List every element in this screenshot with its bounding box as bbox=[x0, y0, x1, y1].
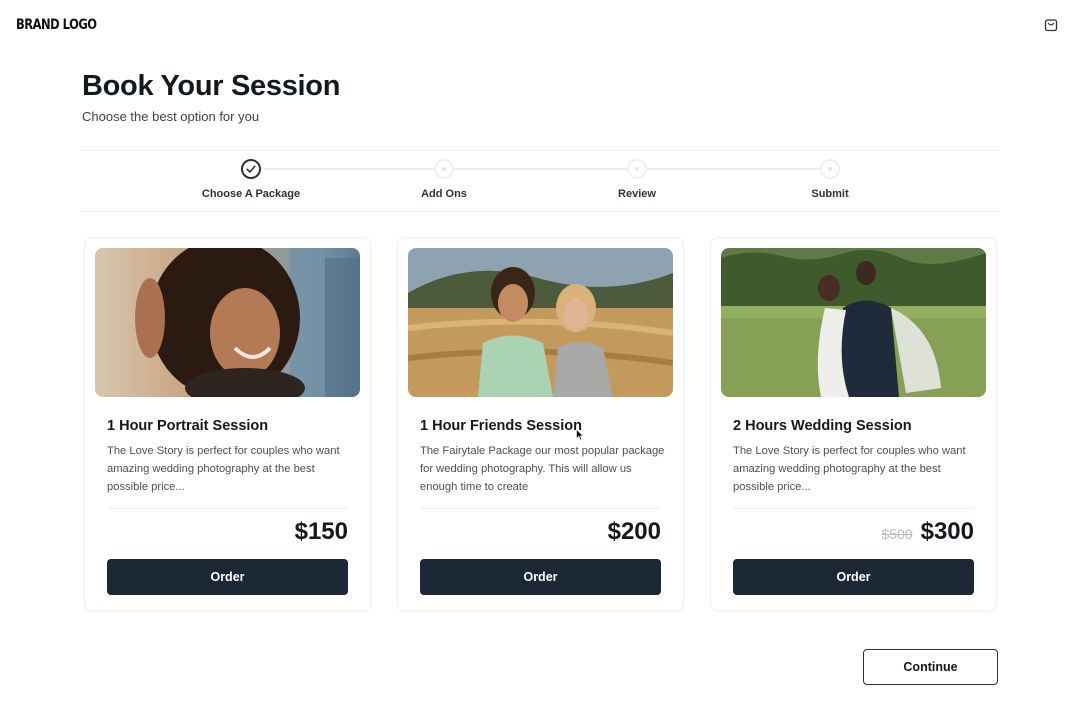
package-card-wedding: 2 Hours Wedding Session The Love Story i… bbox=[710, 237, 997, 611]
page-title: Book Your Session bbox=[82, 70, 341, 102]
package-description: The Fairytale Package our most popular p… bbox=[420, 445, 665, 493]
wedding-photo bbox=[721, 248, 986, 397]
friends-photo bbox=[408, 248, 673, 397]
step-label: Add Ons bbox=[421, 188, 467, 200]
order-button[interactable]: Order bbox=[420, 559, 661, 595]
divider bbox=[733, 508, 974, 509]
progress-stepper: Choose A Package Add Ons Review Submit bbox=[82, 150, 999, 212]
step-submit[interactable]: Submit bbox=[730, 151, 930, 211]
price-row: $200 bbox=[608, 518, 661, 546]
package-price: $300 bbox=[920, 518, 974, 545]
check-icon bbox=[241, 159, 261, 179]
package-price: $200 bbox=[607, 518, 661, 545]
order-button[interactable]: Order bbox=[733, 559, 974, 595]
package-title: 1 Hour Friends Session bbox=[420, 418, 582, 434]
step-dot-icon bbox=[820, 159, 840, 179]
package-title: 1 Hour Portrait Session bbox=[107, 418, 269, 434]
step-label: Submit bbox=[811, 188, 849, 200]
original-price: $500 bbox=[881, 526, 913, 542]
price-row: $500 $300 bbox=[881, 518, 974, 546]
package-description: The Love Story is perfect for couples wh… bbox=[107, 445, 340, 493]
page-subtitle: Choose the best option for you bbox=[82, 109, 260, 124]
package-title: 2 Hours Wedding Session bbox=[733, 418, 912, 434]
order-button[interactable]: Order bbox=[107, 559, 348, 595]
divider bbox=[107, 508, 348, 509]
package-card-friends: 1 Hour Friends Session The Fairytale Pac… bbox=[397, 237, 684, 611]
divider bbox=[420, 508, 661, 509]
step-add-ons[interactable]: Add Ons bbox=[344, 151, 544, 211]
top-bar: BRAND LOGO bbox=[0, 0, 1080, 52]
portrait-photo bbox=[95, 248, 360, 397]
step-dot-icon bbox=[627, 159, 647, 179]
brand-logo[interactable]: BRAND LOGO bbox=[16, 17, 97, 33]
continue-button[interactable]: Continue bbox=[863, 649, 998, 685]
step-label: Choose A Package bbox=[201, 188, 301, 200]
step-label: Review bbox=[618, 188, 656, 200]
package-card-portrait: 1 Hour Portrait Session The Love Story i… bbox=[84, 237, 371, 611]
shopping-bag-icon[interactable] bbox=[1044, 18, 1058, 32]
step-review[interactable]: Review bbox=[537, 151, 737, 211]
cursor-icon bbox=[576, 429, 584, 441]
package-price: $150 bbox=[294, 518, 348, 545]
price-row: $150 bbox=[295, 518, 348, 546]
step-dot-icon bbox=[434, 159, 454, 179]
step-choose-package[interactable]: Choose A Package bbox=[151, 151, 351, 211]
package-description: The Love Story is perfect for couples wh… bbox=[733, 445, 966, 493]
